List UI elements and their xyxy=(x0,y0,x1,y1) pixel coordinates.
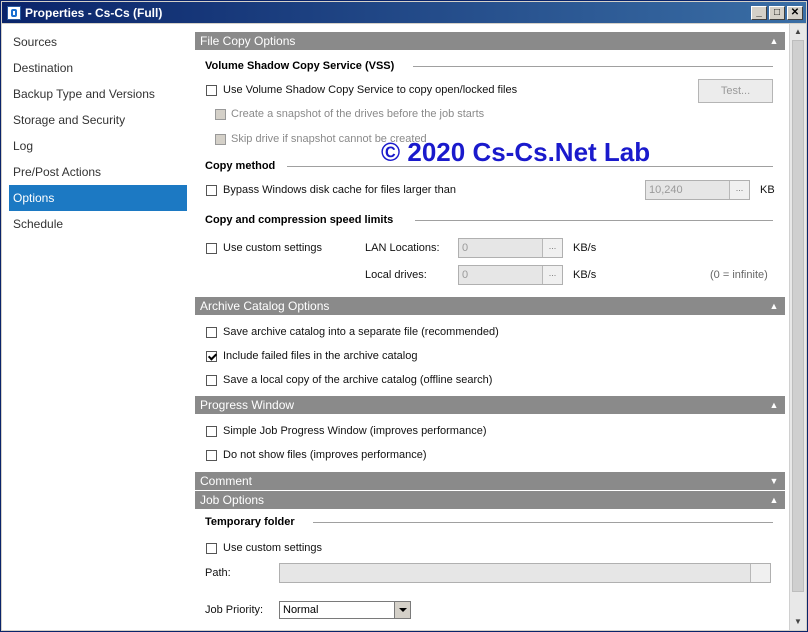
vertical-scrollbar[interactable]: ▲ ▼ xyxy=(789,24,806,630)
maximize-button[interactable]: □ xyxy=(769,5,785,20)
close-button[interactable]: ✕ xyxy=(787,5,803,20)
bypass-cache-checkbox[interactable] xyxy=(206,185,217,196)
separate-catalog-checkbox[interactable] xyxy=(206,327,217,338)
archive-header-label: Archive Catalog Options xyxy=(200,299,330,313)
cache-size-value: 10,240 xyxy=(649,184,683,196)
cache-size-unit: KB xyxy=(760,184,775,196)
local-speed-browse-button[interactable]: ... xyxy=(542,266,562,284)
progress-header[interactable]: Progress Window ▲ xyxy=(195,396,785,414)
comment-header[interactable]: Comment ▼ xyxy=(195,472,785,490)
use-vss-label: Use Volume Shadow Copy Service to copy o… xyxy=(223,84,518,96)
speed-custom-label: Use custom settings xyxy=(223,242,323,254)
copy-method-title: Copy method xyxy=(205,160,276,172)
chevron-up-icon[interactable]: ▲ xyxy=(769,400,779,410)
lan-label: LAN Locations: xyxy=(365,242,440,254)
chevron-down-icon[interactable]: ▼ xyxy=(769,476,779,486)
scroll-up-icon[interactable]: ▲ xyxy=(790,24,806,40)
local-copy-checkbox[interactable] xyxy=(206,375,217,386)
include-failed-label: Include failed files in the archive cata… xyxy=(223,350,418,362)
properties-window: Properties - Cs-Cs (Full) _ □ ✕ Sources … xyxy=(0,0,808,632)
title-bar: Properties - Cs-Cs (Full) _ □ ✕ xyxy=(2,2,806,23)
temp-folder-divider xyxy=(313,522,773,523)
chevron-up-icon[interactable]: ▲ xyxy=(769,36,779,46)
options-panel: File Copy Options ▲ Volume Shadow Copy S… xyxy=(191,24,806,630)
use-vss-checkbox[interactable] xyxy=(206,85,217,96)
window-title: Properties - Cs-Cs (Full) xyxy=(25,5,163,20)
job-options-header[interactable]: Job Options ▲ xyxy=(195,491,785,509)
chevron-down-icon[interactable] xyxy=(394,602,410,618)
sidebar-item-schedule[interactable]: Schedule xyxy=(9,211,187,237)
watermark: © 2020 Cs-Cs.Net Lab xyxy=(381,137,651,167)
infinite-hint: (0 = infinite) xyxy=(710,269,768,281)
separate-catalog-label: Save archive catalog into a separate fil… xyxy=(223,326,499,338)
priority-label: Job Priority: xyxy=(205,604,264,616)
priority-select[interactable]: Normal xyxy=(279,601,411,619)
path-field[interactable] xyxy=(279,563,771,583)
speed-divider xyxy=(415,220,773,221)
sidebar: Sources Destination Backup Type and Vers… xyxy=(2,24,191,630)
no-files-label: Do not show files (improves performance) xyxy=(223,449,427,461)
path-label: Path: xyxy=(205,567,231,579)
comment-header-label: Comment xyxy=(200,474,253,488)
test-button[interactable]: Test... xyxy=(698,79,773,103)
skip-drive-checkbox[interactable] xyxy=(215,134,226,145)
local-speed-value: 0 xyxy=(462,269,469,281)
path-browse-button[interactable] xyxy=(750,564,770,582)
sidebar-item-sources[interactable]: Sources xyxy=(9,29,187,55)
local-speed-field[interactable]: 0 ... xyxy=(458,265,563,285)
lan-speed-value: 0 xyxy=(462,242,469,254)
file-copy-header-label: File Copy Options xyxy=(200,34,296,48)
vss-divider xyxy=(413,66,773,67)
speed-title: Copy and compression speed limits xyxy=(205,214,394,226)
chevron-up-icon[interactable]: ▲ xyxy=(769,495,779,505)
no-files-checkbox[interactable] xyxy=(206,450,217,461)
archive-header[interactable]: Archive Catalog Options ▲ xyxy=(195,297,785,315)
speed-custom-checkbox[interactable] xyxy=(206,243,217,254)
local-speed-unit: KB/s xyxy=(573,269,597,281)
minimize-button[interactable]: _ xyxy=(751,5,767,20)
progress-header-label: Progress Window xyxy=(200,398,295,412)
sidebar-item-destination[interactable]: Destination xyxy=(9,55,187,81)
lan-speed-browse-button[interactable]: ... xyxy=(542,239,562,257)
temp-folder-title: Temporary folder xyxy=(205,516,295,528)
sidebar-item-options[interactable]: Options xyxy=(9,185,187,211)
sidebar-item-storage[interactable]: Storage and Security xyxy=(9,107,187,133)
cache-size-field[interactable]: 10,240 ... xyxy=(645,180,750,200)
local-label: Local drives: xyxy=(365,269,427,281)
vss-title: Volume Shadow Copy Service (VSS) xyxy=(205,60,395,72)
lan-speed-unit: KB/s xyxy=(573,242,597,254)
simple-progress-label: Simple Job Progress Window (improves per… xyxy=(223,425,487,437)
temp-custom-label: Use custom settings xyxy=(223,542,323,554)
sidebar-item-pre-post[interactable]: Pre/Post Actions xyxy=(9,159,187,185)
include-failed-checkbox[interactable] xyxy=(206,351,217,362)
file-copy-header[interactable]: File Copy Options ▲ xyxy=(195,32,785,50)
snapshot-label: Create a snapshot of the drives before t… xyxy=(231,108,485,120)
scroll-down-icon[interactable]: ▼ xyxy=(790,614,806,630)
temp-custom-checkbox[interactable] xyxy=(206,543,217,554)
sidebar-item-log[interactable]: Log xyxy=(9,133,187,159)
chevron-up-icon[interactable]: ▲ xyxy=(769,301,779,311)
bypass-cache-label: Bypass Windows disk cache for files larg… xyxy=(223,184,456,196)
lan-speed-field[interactable]: 0 ... xyxy=(458,238,563,258)
snapshot-checkbox[interactable] xyxy=(215,109,226,120)
priority-value: Normal xyxy=(283,604,319,616)
job-options-header-label: Job Options xyxy=(200,493,265,507)
simple-progress-checkbox[interactable] xyxy=(206,426,217,437)
app-icon xyxy=(7,5,21,20)
scroll-thumb[interactable] xyxy=(792,40,804,592)
cache-size-browse-button[interactable]: ... xyxy=(729,181,749,199)
local-copy-label: Save a local copy of the archive catalog… xyxy=(223,374,493,386)
sidebar-item-backup-type[interactable]: Backup Type and Versions xyxy=(9,81,187,107)
